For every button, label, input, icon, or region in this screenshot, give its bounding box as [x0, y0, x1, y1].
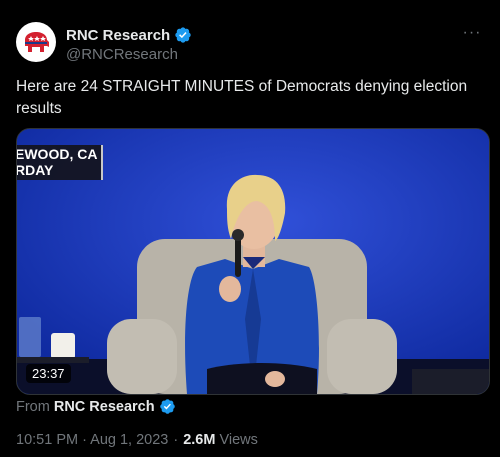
author-display-name[interactable]: RNC Research	[66, 27, 170, 44]
tweet-header: RNC Research @RNCResearch ···	[16, 22, 484, 66]
display-name-row: RNC Research	[66, 25, 192, 45]
views-count: 2.6M	[183, 432, 216, 448]
elephant-logo-icon	[25, 32, 49, 52]
video-duration-badge: 23:37	[26, 364, 71, 383]
views-label: Views	[219, 432, 258, 448]
tweet: RNC Research @RNCResearch ··· Here are 2…	[0, 0, 500, 457]
source-from-label: From	[16, 398, 50, 415]
verified-badge-icon	[159, 399, 175, 414]
author-names: RNC Research @RNCResearch	[66, 25, 192, 63]
source-name-link[interactable]: RNC Research	[54, 399, 155, 415]
verified-badge-icon[interactable]	[174, 26, 192, 44]
tweet-meta: 10:51 PM · Aug 1, 2023 · 2.6M Views	[16, 432, 258, 448]
meta-separator: ·	[173, 432, 179, 448]
video-player[interactable]: EWOOD, CA RDAY 23:37	[16, 128, 490, 395]
location-banner: EWOOD, CA RDAY	[17, 145, 103, 180]
avatar[interactable]	[16, 22, 56, 62]
location-line-2: RDAY	[17, 162, 54, 178]
tweet-timestamp[interactable]: 10:51 PM · Aug 1, 2023	[16, 432, 168, 448]
author-handle[interactable]: @RNCResearch	[66, 46, 192, 63]
source-attribution: From RNC Research	[16, 398, 176, 415]
location-line-1: EWOOD, CA	[17, 146, 98, 162]
more-options-button[interactable]: ···	[460, 25, 484, 46]
tweet-text: Here are 24 STRAIGHT MINUTES of Democrat…	[16, 78, 468, 117]
